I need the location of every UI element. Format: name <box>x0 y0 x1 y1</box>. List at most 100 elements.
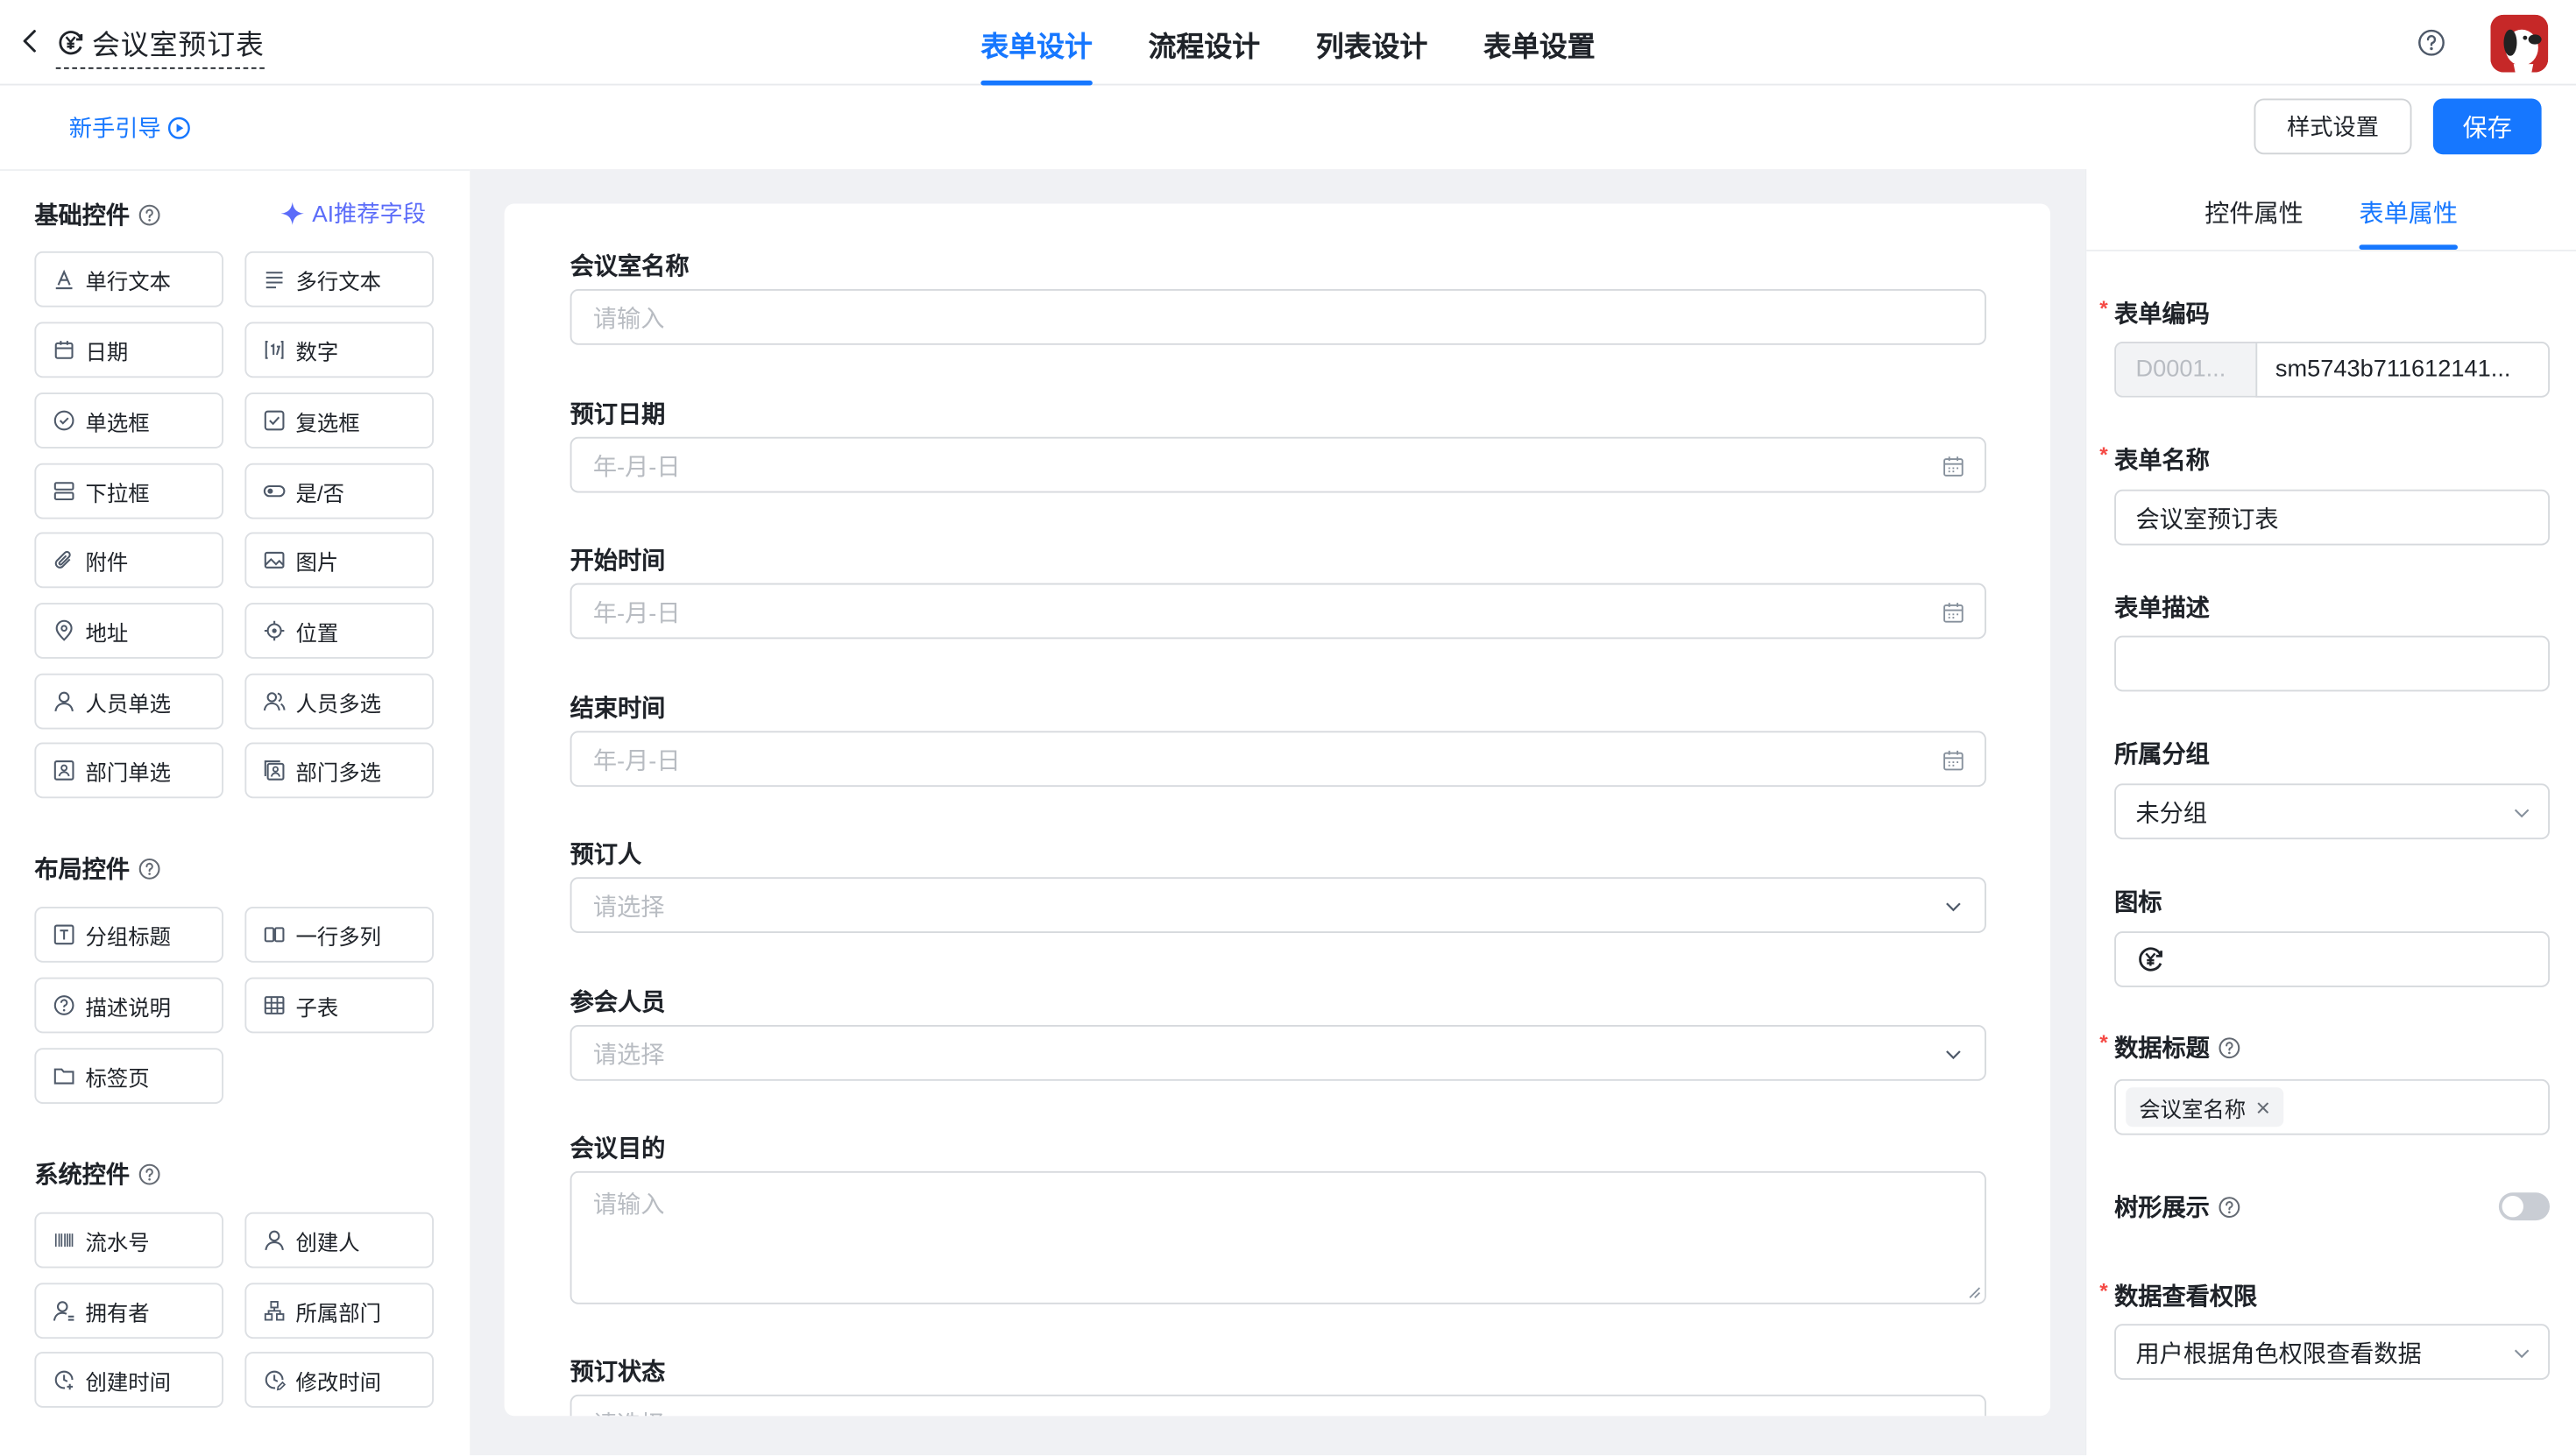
clock-plus-icon <box>54 1370 74 1390</box>
control-label: 流水号 <box>85 1229 150 1255</box>
form-name-label: * 表单名称 <box>2099 442 2210 476</box>
guide-label: 新手引导 <box>68 115 161 142</box>
control-label: 附件 <box>85 549 129 575</box>
control-serial-number[interactable]: 流水号 <box>34 1212 223 1269</box>
barcode-icon <box>54 1233 74 1247</box>
close-icon[interactable] <box>2255 1099 2270 1114</box>
tree-view-toggle[interactable] <box>2498 1192 2550 1221</box>
guide-link[interactable]: 新手引导 <box>69 112 191 145</box>
question-icon[interactable] <box>138 1163 161 1185</box>
field-start-time-input[interactable]: 年-月-日 <box>570 583 1986 640</box>
icon-picker[interactable] <box>2114 931 2550 987</box>
group-label: 所属分组 <box>2114 736 2210 770</box>
tab-form-properties[interactable]: 表单属性 <box>2360 195 2459 230</box>
label-text: 表单名称 <box>2114 448 2210 475</box>
owner-icon <box>53 1301 74 1321</box>
control-multi-line-text[interactable]: 多行文本 <box>244 251 434 307</box>
style-settings-button[interactable]: 样式设置 <box>2254 98 2412 155</box>
form-desc-input[interactable] <box>2114 635 2550 692</box>
question-icon[interactable] <box>2218 1035 2240 1058</box>
control-address[interactable]: 地址 <box>34 603 223 659</box>
required-mark: * <box>2099 1277 2108 1303</box>
control-user-multi[interactable]: 人员多选 <box>244 673 434 730</box>
control-creator[interactable]: 创建人 <box>244 1212 434 1269</box>
toolbar: 新手引导 样式设置 保存 <box>0 85 2576 170</box>
main-tabs: 表单设计 流程设计 列表设计 表单设置 <box>0 0 2576 86</box>
control-label: 一行多列 <box>295 923 382 949</box>
number-icon <box>265 340 284 359</box>
control-owning-dept[interactable]: 所属部门 <box>244 1283 434 1339</box>
control-label: 所属部门 <box>295 1300 382 1325</box>
calendar-icon[interactable] <box>1942 455 1964 477</box>
control-dept-single[interactable]: 部门单选 <box>34 742 223 799</box>
control-label: 人员单选 <box>85 690 172 716</box>
control-multi-column[interactable]: 一行多列 <box>244 907 434 963</box>
field-meeting-purpose-textarea[interactable]: 请输入 <box>570 1170 1986 1304</box>
data-permission-select[interactable]: 用户根据角色权限查看数据 <box>2114 1324 2550 1380</box>
control-owner[interactable]: 拥有者 <box>34 1283 223 1339</box>
app-title-area[interactable]: 会议室预订表 <box>55 20 265 69</box>
resize-handle-icon[interactable] <box>1966 1284 1981 1299</box>
control-modified-time[interactable]: 修改时间 <box>244 1352 434 1408</box>
chevron-down-icon <box>2514 1349 2530 1359</box>
control-single-line-text[interactable]: 单行文本 <box>34 251 223 307</box>
tab-form-settings[interactable]: 表单设置 <box>1455 0 1623 86</box>
control-group-title[interactable]: 分组标题 <box>34 907 223 963</box>
control-user-single[interactable]: 人员单选 <box>34 673 223 730</box>
save-button[interactable]: 保存 <box>2432 98 2542 155</box>
basic-controls-label: 基础控件 <box>34 203 131 230</box>
control-number[interactable]: 数字 <box>244 322 434 378</box>
field-end-time-input[interactable]: 年-月-日 <box>570 731 1986 788</box>
tab-flow-design[interactable]: 流程设计 <box>1121 0 1288 86</box>
control-label: 创建人 <box>295 1229 360 1255</box>
control-dropdown[interactable]: 下拉框 <box>34 463 223 519</box>
control-label: 子表 <box>295 994 339 1020</box>
tab-control-properties[interactable]: 控件属性 <box>2204 195 2304 230</box>
back-chevron-icon[interactable] <box>13 25 46 58</box>
placeholder: 请选择 <box>592 894 665 921</box>
form-name-input[interactable]: 会议室预订表 <box>2114 489 2550 546</box>
help-icon[interactable] <box>2417 28 2446 58</box>
ai-recommend-fields-link[interactable]: AI推荐字段 <box>280 197 426 230</box>
columns-icon <box>264 927 285 943</box>
field-booking-date-input[interactable]: 年-月-日 <box>570 436 1986 493</box>
calendar-icon[interactable] <box>1942 749 1964 772</box>
control-label: 修改时间 <box>295 1368 382 1394</box>
control-subtable[interactable]: 子表 <box>244 977 434 1034</box>
group-select[interactable]: 未分组 <box>2114 783 2550 840</box>
control-description[interactable]: 描述说明 <box>34 977 223 1034</box>
control-attachment[interactable]: 附件 <box>34 532 223 589</box>
form-code-input[interactable]: sm5743b711612141... <box>2255 342 2550 398</box>
question-icon[interactable] <box>138 857 161 880</box>
control-dept-multi[interactable]: 部门多选 <box>244 742 434 799</box>
control-location[interactable]: 位置 <box>244 603 434 659</box>
label-text: 数据标题 <box>2114 1036 2210 1064</box>
avatar[interactable] <box>2490 14 2549 73</box>
control-tabs[interactable]: 标签页 <box>34 1048 223 1104</box>
control-date[interactable]: 日期 <box>34 322 223 378</box>
control-label: 分组标题 <box>85 923 172 949</box>
tab-list-design[interactable]: 列表设计 <box>1288 0 1455 86</box>
control-checkbox[interactable]: 复选框 <box>244 392 434 449</box>
clock-edit-icon <box>265 1370 287 1391</box>
tab-form-design[interactable]: 表单设计 <box>953 0 1121 86</box>
question-icon[interactable] <box>2218 1195 2240 1218</box>
app-title[interactable]: 会议室预订表 <box>92 21 265 62</box>
properties-tabs: 控件属性 表单属性 <box>2086 169 2576 251</box>
question-icon[interactable] <box>138 203 161 226</box>
field-meeting-room-input[interactable]: 请输入 <box>570 289 1986 345</box>
toggle-knob <box>2502 1196 2523 1218</box>
ai-recommend-label: AI推荐字段 <box>312 200 427 227</box>
data-title-select[interactable]: 会议室名称 <box>2114 1078 2550 1135</box>
control-created-time[interactable]: 创建时间 <box>34 1352 223 1408</box>
calendar-icon[interactable] <box>1942 601 1964 624</box>
field-booking-status-select[interactable]: 请选择 <box>570 1394 1986 1417</box>
control-image[interactable]: 图片 <box>244 532 434 589</box>
field-label: 结束时间 <box>570 696 666 723</box>
control-radio[interactable]: 单选框 <box>34 392 223 449</box>
checkbox-icon <box>264 410 285 431</box>
control-yes-no[interactable]: 是/否 <box>244 463 434 519</box>
system-controls-label: 系统控件 <box>34 1163 131 1190</box>
field-booker-select[interactable]: 请选择 <box>570 877 1986 933</box>
field-attendees-select[interactable]: 请选择 <box>570 1025 1986 1081</box>
